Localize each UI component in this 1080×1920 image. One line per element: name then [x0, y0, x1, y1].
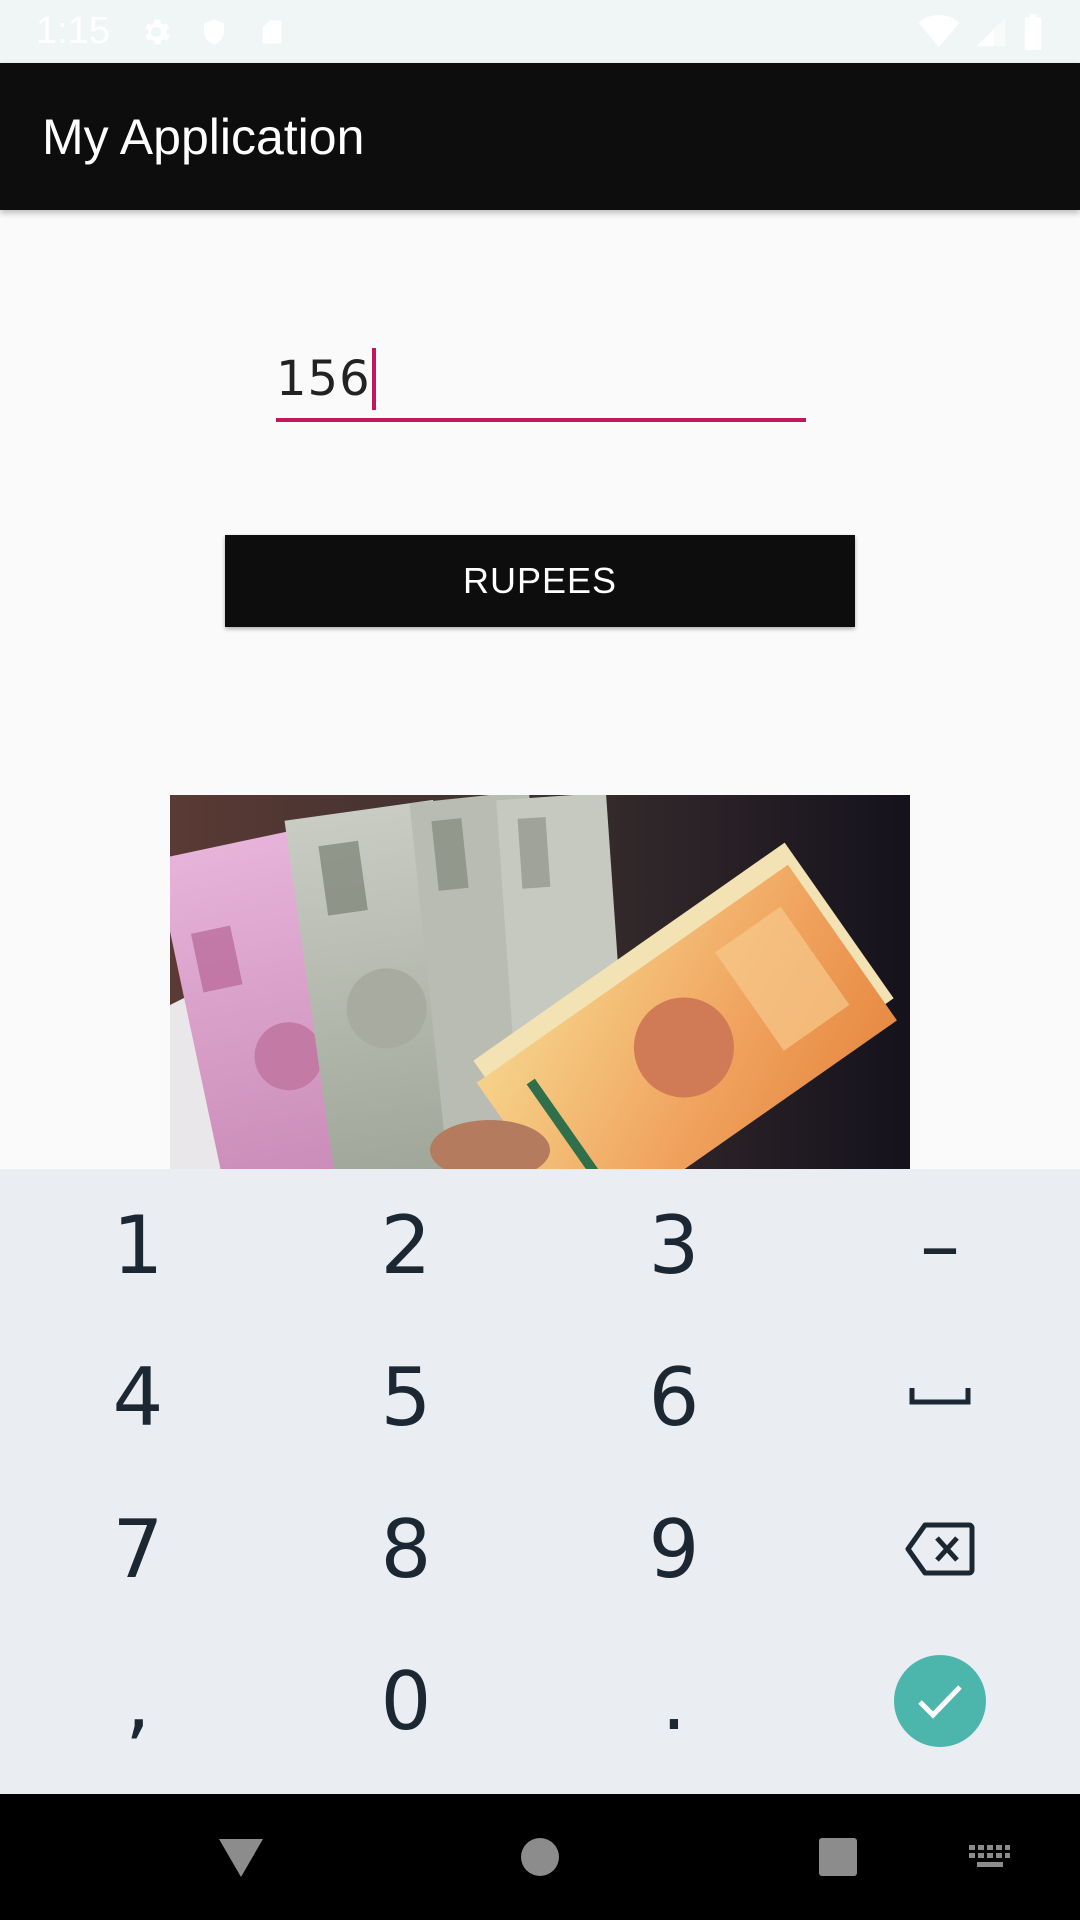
rupees-button[interactable]: RUPEES: [225, 535, 855, 627]
key-comma[interactable]: ,: [4, 1625, 272, 1777]
currency-notes-image: [170, 795, 910, 1169]
wifi-icon: [918, 15, 960, 54]
check-icon: [918, 1685, 962, 1719]
key-done[interactable]: [806, 1625, 1074, 1777]
key-7[interactable]: 7: [4, 1473, 272, 1625]
home-icon[interactable]: [505, 1824, 575, 1890]
done-button[interactable]: [894, 1655, 986, 1747]
numeric-keyboard: 1 2 3 – 4 5 6 7 8 9 , 0 .: [0, 1169, 1080, 1794]
key-1[interactable]: 1: [4, 1169, 272, 1321]
backspace-icon: [905, 1522, 975, 1576]
amount-input[interactable]: 156: [276, 340, 806, 422]
amount-input-value: 156: [276, 351, 371, 407]
navigation-bar: [0, 1794, 1080, 1920]
key-2[interactable]: 2: [272, 1169, 540, 1321]
keyboard-switch-icon[interactable]: [954, 1824, 1024, 1890]
key-minus[interactable]: –: [806, 1169, 1074, 1321]
status-time: 1:15: [36, 10, 110, 52]
key-space[interactable]: [806, 1321, 1074, 1473]
status-bar: 1:15: [0, 0, 1080, 63]
shield-icon: [196, 14, 232, 50]
text-cursor: [371, 348, 376, 410]
key-3[interactable]: 3: [540, 1169, 808, 1321]
app-bar: My Application: [0, 63, 1080, 210]
settings-icon: [138, 14, 174, 50]
recents-icon[interactable]: [803, 1824, 873, 1890]
back-icon[interactable]: [206, 1824, 276, 1890]
battery-icon: [1022, 14, 1044, 55]
key-6[interactable]: 6: [540, 1321, 808, 1473]
key-4[interactable]: 4: [4, 1321, 272, 1473]
key-backspace[interactable]: [806, 1473, 1074, 1625]
sd-card-icon: [254, 14, 290, 50]
key-5[interactable]: 5: [272, 1321, 540, 1473]
space-icon: [909, 1388, 971, 1405]
key-period[interactable]: .: [540, 1625, 808, 1777]
app-title: My Application: [42, 108, 365, 165]
signal-icon: [974, 15, 1008, 54]
key-0[interactable]: 0: [272, 1625, 540, 1777]
key-8[interactable]: 8: [272, 1473, 540, 1625]
key-9[interactable]: 9: [540, 1473, 808, 1625]
